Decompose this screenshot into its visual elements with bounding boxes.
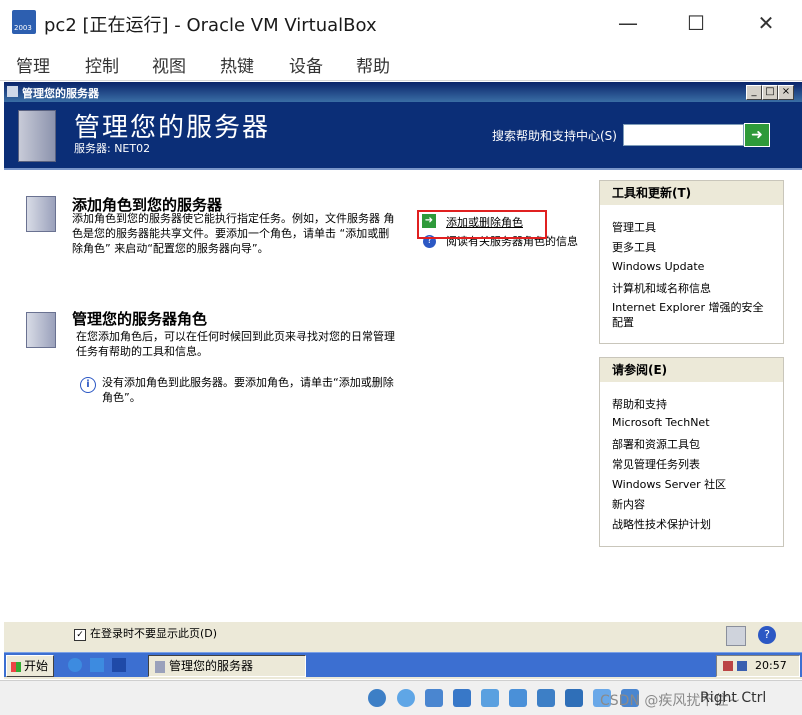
highlight-annotation xyxy=(417,210,547,239)
tray-vm-icon[interactable] xyxy=(737,661,747,671)
display-icon[interactable] xyxy=(537,689,555,707)
inner-maximize-button[interactable]: □ xyxy=(762,85,778,100)
optical-drive-icon[interactable] xyxy=(397,689,415,707)
start-label: 开始 xyxy=(24,659,49,673)
see-also-security-program[interactable]: 战略性技术保护计划 xyxy=(612,516,711,532)
tools-link-admin-tools[interactable]: 管理工具 xyxy=(612,219,656,235)
see-also-common-tasks[interactable]: 常见管理任务列表 xyxy=(612,456,700,472)
inner-close-button[interactable]: × xyxy=(778,85,794,100)
tools-panel: 工具和更新(T) 管理工具 更多工具 Windows Update 计算机和域名… xyxy=(599,180,784,344)
window-icon xyxy=(7,86,18,97)
menu-view[interactable]: 视图 xyxy=(152,52,186,77)
taskbar: 开始 管理您的服务器 20:57 xyxy=(4,652,802,677)
search-label: 搜索帮助和支持中心(S) xyxy=(492,129,617,143)
audio-icon[interactable] xyxy=(425,689,443,707)
search-input[interactable] xyxy=(623,124,744,146)
see-also-whats-new[interactable]: 新内容 xyxy=(612,496,645,512)
inner-window-title: 管理您的服务器 xyxy=(22,87,99,100)
close-button[interactable]: ✕ xyxy=(752,10,780,36)
guest-screen: 管理您的服务器 _ □ × 管理您的服务器 服务器: NET02 搜索帮助和支持… xyxy=(4,82,802,679)
search-go-button[interactable]: ➜ xyxy=(744,123,770,147)
add-role-description: 添加角色到您的服务器使它能执行指定任务。例如，文件服务器 角色是您的服务器能共享… xyxy=(72,212,395,255)
tray-network-icon[interactable] xyxy=(723,661,733,671)
tools-link-windows-update[interactable]: Windows Update xyxy=(612,260,704,273)
maximize-button[interactable]: ☐ xyxy=(682,10,710,36)
see-also-panel-title: 请参阅(E) xyxy=(600,358,783,382)
manage-roles-title: 管理您的服务器角色 xyxy=(72,310,208,328)
guest-bottom-bar: ✓ 在登录时不要显示此页(D) ? xyxy=(4,622,802,648)
shared-folders-icon[interactable] xyxy=(509,689,527,707)
add-role-icon xyxy=(26,196,56,232)
hard-disk-icon[interactable] xyxy=(368,689,386,707)
manage-roles-description: 在您添加角色后，可以在任何时候回到此页来寻找对您的日常管理任务有帮助的工具和信息… xyxy=(76,330,395,358)
host-title-bar: 2003 pc2 [正在运行] - Oracle VM VirtualBox —… xyxy=(0,0,802,46)
inner-window-title-bar: 管理您的服务器 _ □ × xyxy=(4,82,802,102)
dont-show-checkbox[interactable]: ✓ xyxy=(74,629,86,641)
windows-logo-icon xyxy=(11,661,21,672)
see-also-help-support[interactable]: 帮助和支持 xyxy=(612,396,667,412)
banner: 管理您的服务器 服务器: NET02 搜索帮助和支持中心(S) ➜ xyxy=(4,102,802,170)
task-item-label: 管理您的服务器 xyxy=(169,659,254,673)
no-roles-info: 没有添加角色到此服务器。要添加角色，请单击“添加或删除角色”。 xyxy=(102,376,394,404)
banner-title: 管理您的服务器 xyxy=(74,113,271,143)
menu-hotkeys[interactable]: 热键 xyxy=(220,52,254,77)
taskbar-item-manage-server[interactable]: 管理您的服务器 xyxy=(148,655,306,677)
network-status-icon[interactable] xyxy=(453,689,471,707)
tools-link-more-tools[interactable]: 更多工具 xyxy=(612,239,656,255)
explorer-quicklaunch-icon[interactable] xyxy=(90,658,104,672)
menu-control[interactable]: 控制 xyxy=(85,52,119,77)
menu-devices[interactable]: 设备 xyxy=(289,52,323,77)
start-button[interactable]: 开始 xyxy=(6,655,54,677)
tools-link-ie-esc[interactable]: Internet Explorer 增强的安全配置 xyxy=(612,300,774,330)
ie-quicklaunch-icon[interactable] xyxy=(68,658,82,672)
video-capture-icon[interactable] xyxy=(565,689,583,707)
tools-link-computer-domain[interactable]: 计算机和域名称信息 xyxy=(612,280,711,296)
see-also-deployment-kit[interactable]: 部署和资源工具包 xyxy=(612,436,700,452)
host-key-label: Right Ctrl xyxy=(700,690,767,706)
host-menu-bar: 管理 控制 视图 热键 设备 帮助 xyxy=(0,46,802,81)
task-server-icon xyxy=(155,660,165,673)
dont-show-label: 在登录时不要显示此页(D) xyxy=(90,627,218,640)
system-tray: 20:57 xyxy=(716,655,800,677)
host-status-bar: CSDN @疾风扰不住~ Right Ctrl xyxy=(0,680,802,715)
manage-roles-icon xyxy=(26,312,56,348)
network-icon[interactable] xyxy=(726,626,746,646)
logo-text: 2003 xyxy=(14,24,32,32)
minimize-button[interactable]: — xyxy=(614,10,642,36)
tools-panel-title: 工具和更新(T) xyxy=(600,181,783,205)
main-content: 添加角色到您的服务器 添加角色到您的服务器使它能执行指定任务。例如，文件服务器 … xyxy=(4,170,802,640)
host-window-title: pc2 [正在运行] - Oracle VM VirtualBox xyxy=(44,15,377,36)
menu-manage[interactable]: 管理 xyxy=(16,52,50,77)
inner-minimize-button[interactable]: _ xyxy=(746,85,762,100)
server-name: 服务器: NET02 xyxy=(74,142,151,155)
virtualbox-logo-icon: 2003 xyxy=(12,10,36,34)
help-button-icon[interactable]: ? xyxy=(758,626,776,644)
info-icon: i xyxy=(80,377,96,393)
show-desktop-quicklaunch-icon[interactable] xyxy=(112,658,126,672)
see-also-technet[interactable]: Microsoft TechNet xyxy=(612,416,710,429)
menu-help[interactable]: 帮助 xyxy=(356,52,390,77)
server-icon xyxy=(18,110,56,162)
see-also-panel: 请参阅(E) 帮助和支持 Microsoft TechNet 部署和资源工具包 … xyxy=(599,357,784,547)
tray-clock: 20:57 xyxy=(755,659,787,672)
usb-icon[interactable] xyxy=(481,689,499,707)
see-also-community[interactable]: Windows Server 社区 xyxy=(612,476,726,492)
